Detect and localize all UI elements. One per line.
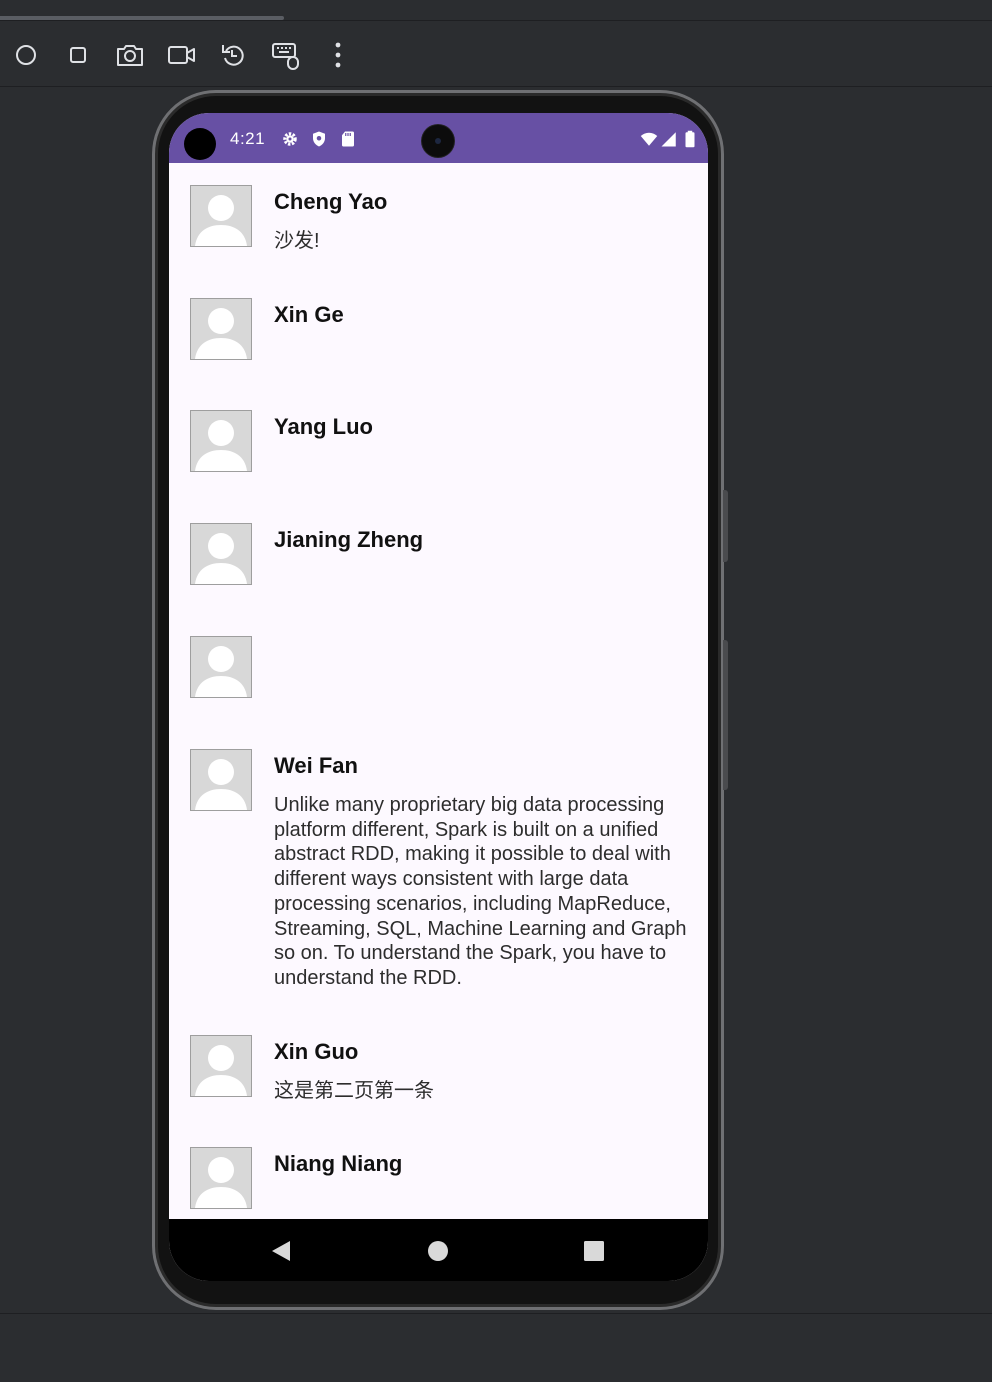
comment-author: Yang Luo (274, 414, 373, 439)
avatar (190, 636, 252, 698)
comment-content: 沙发! (274, 230, 320, 252)
status-clock: 4:21 (230, 129, 266, 148)
cell-signal-icon (661, 132, 676, 147)
comment-content: 这是第二页第一条 (274, 1080, 434, 1102)
status-bar: 4:21 (169, 113, 708, 163)
avatar (190, 523, 252, 585)
avatar (190, 298, 252, 360)
rotate-icon[interactable] (218, 39, 250, 71)
recents-icon[interactable] (580, 1237, 608, 1265)
screen-record-icon[interactable] (166, 39, 198, 71)
home-icon[interactable] (424, 1237, 452, 1265)
comment-content: Unlike many proprietary big data process… (274, 794, 687, 989)
comment-author: Wei Fan (274, 753, 358, 778)
front-camera (422, 125, 454, 157)
battery-icon (685, 130, 695, 148)
comment-author: Niang Niang (274, 1151, 403, 1176)
avatar (190, 185, 252, 247)
navigation-bar (169, 1219, 708, 1281)
avatar (190, 410, 252, 472)
wifi-icon (640, 132, 658, 146)
device-screen: 4:21 Cheng Yao 沙发! Xin Ge Yang Luo Jiani… (169, 113, 708, 1281)
side-button[interactable] (723, 640, 728, 790)
bottom-divider (0, 1313, 992, 1314)
avatar (190, 749, 252, 811)
punch-hole (184, 128, 216, 160)
shield-icon (313, 131, 325, 147)
more-options-icon[interactable] (322, 39, 354, 71)
comment-author: Xin Guo (274, 1039, 359, 1064)
screenshot-camera-icon[interactable] (114, 39, 146, 71)
comment-author: Xin Ge (274, 302, 344, 327)
volume-button[interactable] (723, 490, 728, 562)
sd-card-icon (342, 131, 354, 147)
back-icon[interactable] (267, 1237, 295, 1265)
power-icon[interactable] (10, 39, 42, 71)
avatar (190, 1035, 252, 1097)
comment-author: Cheng Yao (274, 189, 388, 214)
comment-author: Jianing Zheng (274, 527, 424, 552)
overview-icon[interactable] (62, 39, 94, 71)
settings-icon (283, 132, 297, 146)
toolbar-divider (0, 86, 992, 87)
emulator-toolbar (0, 21, 992, 87)
avatar (190, 1147, 252, 1209)
keyboard-mouse-icon[interactable] (270, 39, 302, 71)
